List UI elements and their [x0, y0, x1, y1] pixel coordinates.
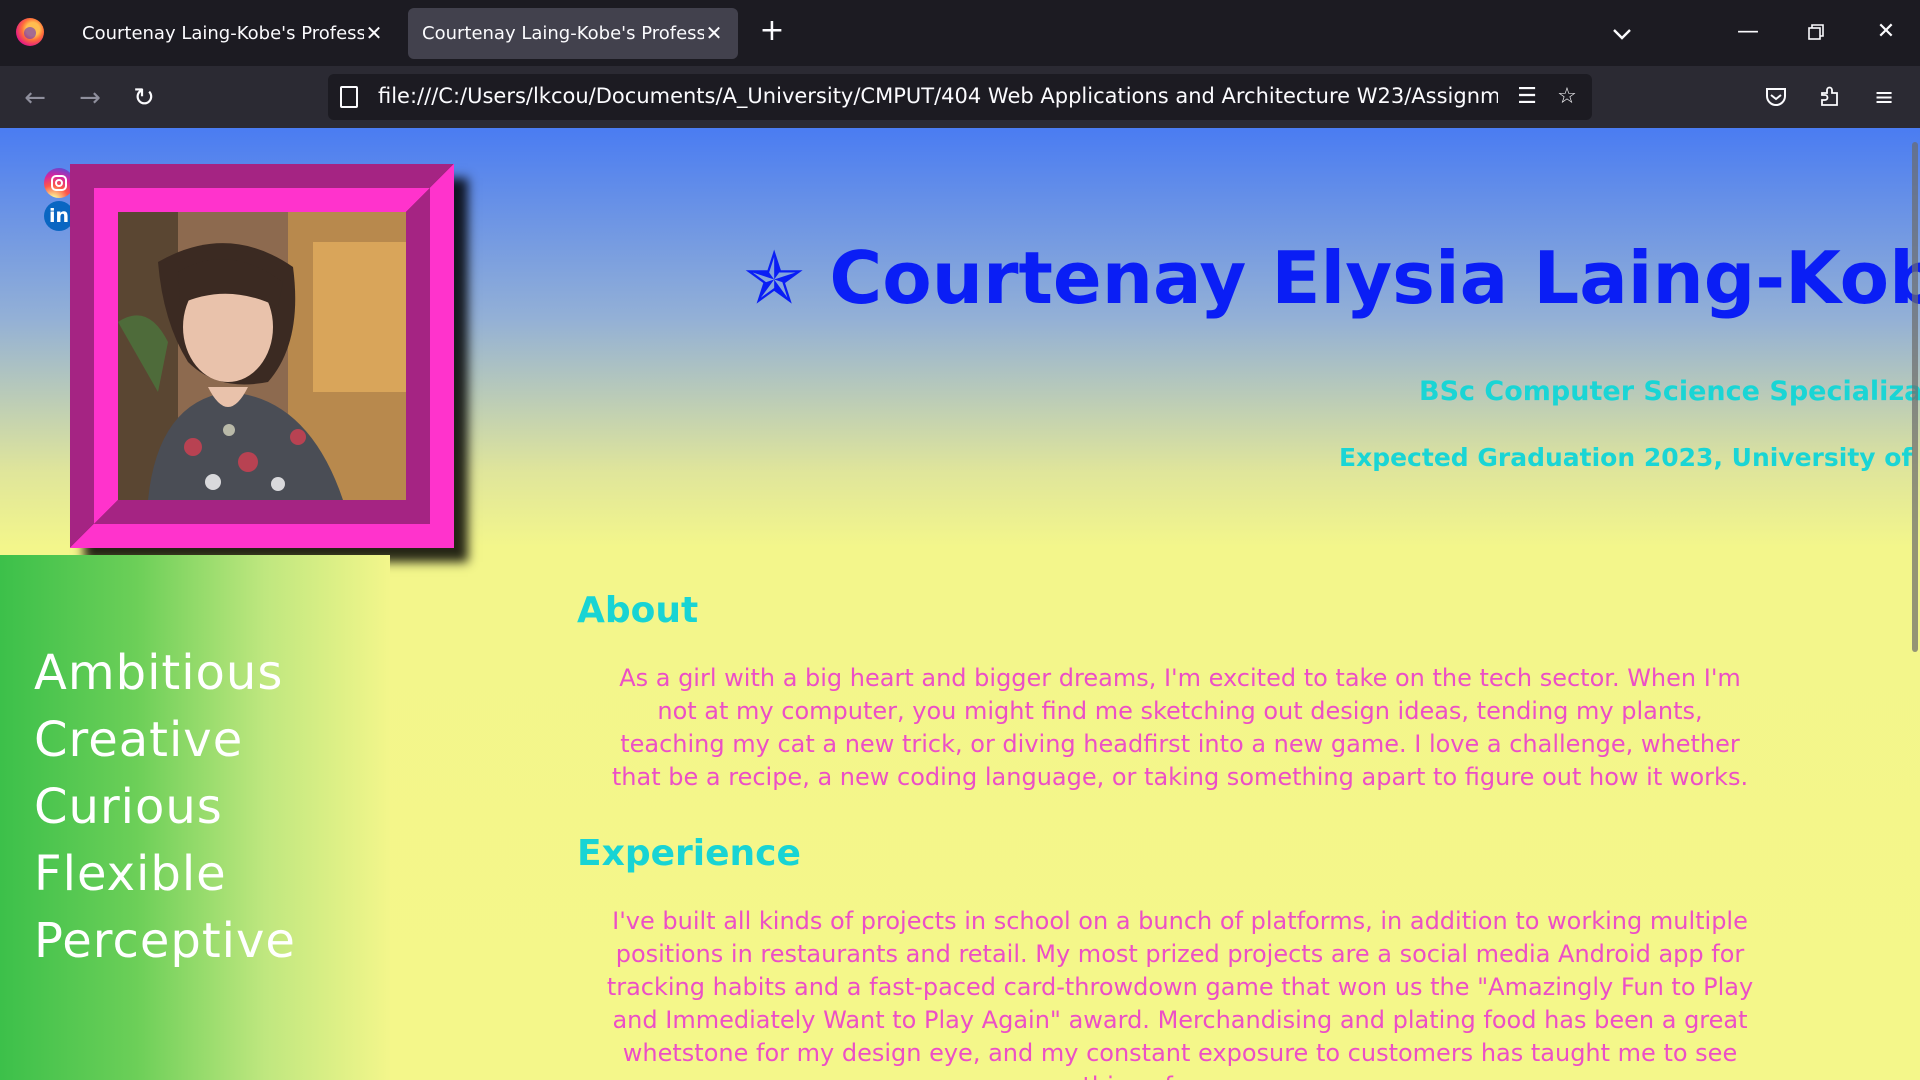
navigation-bar: ← → ↻ file:///C:/Users/lkcou/Documents/A…	[0, 66, 1920, 128]
tab-1-close-icon[interactable]: ✕	[362, 21, 386, 45]
tab-2-active[interactable]: Courtenay Laing-Kobe's Professional Port…	[408, 8, 738, 59]
traits-panel: Ambitious Creative Curious Flexible Perc…	[0, 555, 390, 1080]
trait-item: Curious	[34, 779, 223, 835]
about-text: As a girl with a big heart and bigger dr…	[611, 664, 1749, 791]
tab-2-close-icon[interactable]: ✕	[702, 21, 726, 45]
tab-1-label: Courtenay Laing-Kobe's Professional Port…	[82, 23, 364, 44]
menu-hamburger-icon[interactable]: ≡	[1868, 81, 1900, 113]
extensions-puzzle-icon[interactable]	[1814, 81, 1846, 113]
bookmark-star-icon[interactable]: ☆	[1554, 84, 1580, 110]
page-title-name: ✯ Courtenay Elysia Laing-Kobe ✯	[744, 236, 1920, 320]
restore-icon[interactable]	[1796, 14, 1836, 50]
reload-icon[interactable]: ↻	[127, 81, 161, 115]
about-heading: About	[577, 590, 699, 631]
degree-subtitle: BSc Computer Science Specialization	[1419, 376, 1920, 407]
experience-heading: Experience	[577, 833, 801, 874]
profile-photo-frame	[70, 164, 454, 548]
list-all-tabs-chevron-down-icon[interactable]	[1606, 18, 1638, 50]
reader-view-icon[interactable]: ☰	[1514, 84, 1540, 110]
profile-photo-frame-inner	[94, 188, 430, 524]
tab-1[interactable]: Courtenay Laing-Kobe's Professional Port…	[68, 8, 398, 59]
back-arrow-icon[interactable]: ←	[18, 81, 52, 115]
trait-item: Perceptive	[34, 913, 296, 969]
new-tab-plus-icon[interactable]: +	[756, 16, 788, 48]
page-scrollbar[interactable]	[1908, 128, 1920, 1080]
page-document-icon	[340, 86, 358, 108]
profile-photo	[118, 212, 406, 500]
close-window-icon[interactable]: ✕	[1866, 14, 1906, 50]
scrollbar-thumb[interactable]	[1912, 142, 1918, 652]
tab-2-label: Courtenay Laing-Kobe's Professional Port…	[422, 23, 704, 44]
address-bar[interactable]: file:///C:/Users/lkcou/Documents/A_Unive…	[328, 74, 1592, 120]
trait-item: Creative	[34, 712, 244, 768]
minimize-icon[interactable]: —	[1728, 14, 1768, 50]
trait-item: Flexible	[34, 846, 227, 902]
portfolio-page: in Ambitious Creative Curious Flexible P…	[0, 128, 1920, 1080]
tab-bar: Courtenay Laing-Kobe's Professional Port…	[0, 0, 1920, 66]
graduation-subtitle: Expected Graduation 2023, University of …	[1339, 443, 1920, 472]
forward-arrow-icon[interactable]: →	[73, 81, 107, 115]
experience-text: I've built all kinds of projects in scho…	[606, 907, 1754, 1080]
firefox-logo-icon[interactable]	[16, 18, 44, 46]
pocket-icon[interactable]	[1760, 81, 1792, 113]
url-input[interactable]: file:///C:/Users/lkcou/Documents/A_Unive…	[378, 84, 1498, 110]
trait-item: Ambitious	[34, 645, 284, 701]
